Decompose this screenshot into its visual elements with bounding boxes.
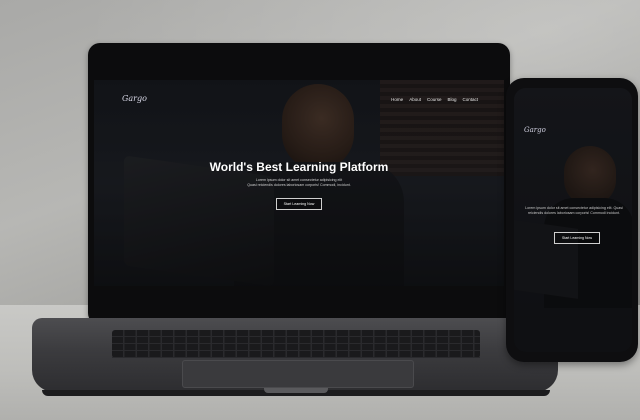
- laptop-keyboard: [112, 330, 480, 358]
- hero-description: Lorem ipsum dolor sit amet consectetur a…: [224, 178, 374, 187]
- phone-screen: Gargo Lorem ipsum dolor sit amet consect…: [514, 88, 632, 352]
- nav-contact[interactable]: Contact: [462, 97, 478, 102]
- laptop-trackpad: [182, 360, 414, 388]
- laptop-hinge-notch: [264, 388, 328, 393]
- nav-about[interactable]: About: [409, 97, 421, 102]
- hero-title: World's Best Learning Platform: [209, 160, 389, 174]
- start-learning-button[interactable]: Start Learning Now: [276, 198, 322, 210]
- phone-hero-description: Lorem ipsum dolor sit amet consectetur a…: [525, 206, 623, 215]
- phone-bottom-area: [514, 318, 632, 352]
- laptop-screen: Gargo Home About Course Blog Contact Wor…: [94, 80, 504, 286]
- nav-course[interactable]: Course: [427, 97, 442, 102]
- phone-site-logo[interactable]: Gargo: [524, 126, 546, 134]
- hero-text-line-2: Quasi reiciendis dolores laboriosam corp…: [247, 182, 351, 187]
- nav-blog[interactable]: Blog: [447, 97, 456, 102]
- site-logo[interactable]: Gargo: [122, 94, 147, 103]
- phone-start-learning-button[interactable]: Start Learning Now: [554, 232, 600, 244]
- site-nav: Home About Course Blog Contact: [391, 97, 478, 102]
- nav-home[interactable]: Home: [391, 97, 403, 102]
